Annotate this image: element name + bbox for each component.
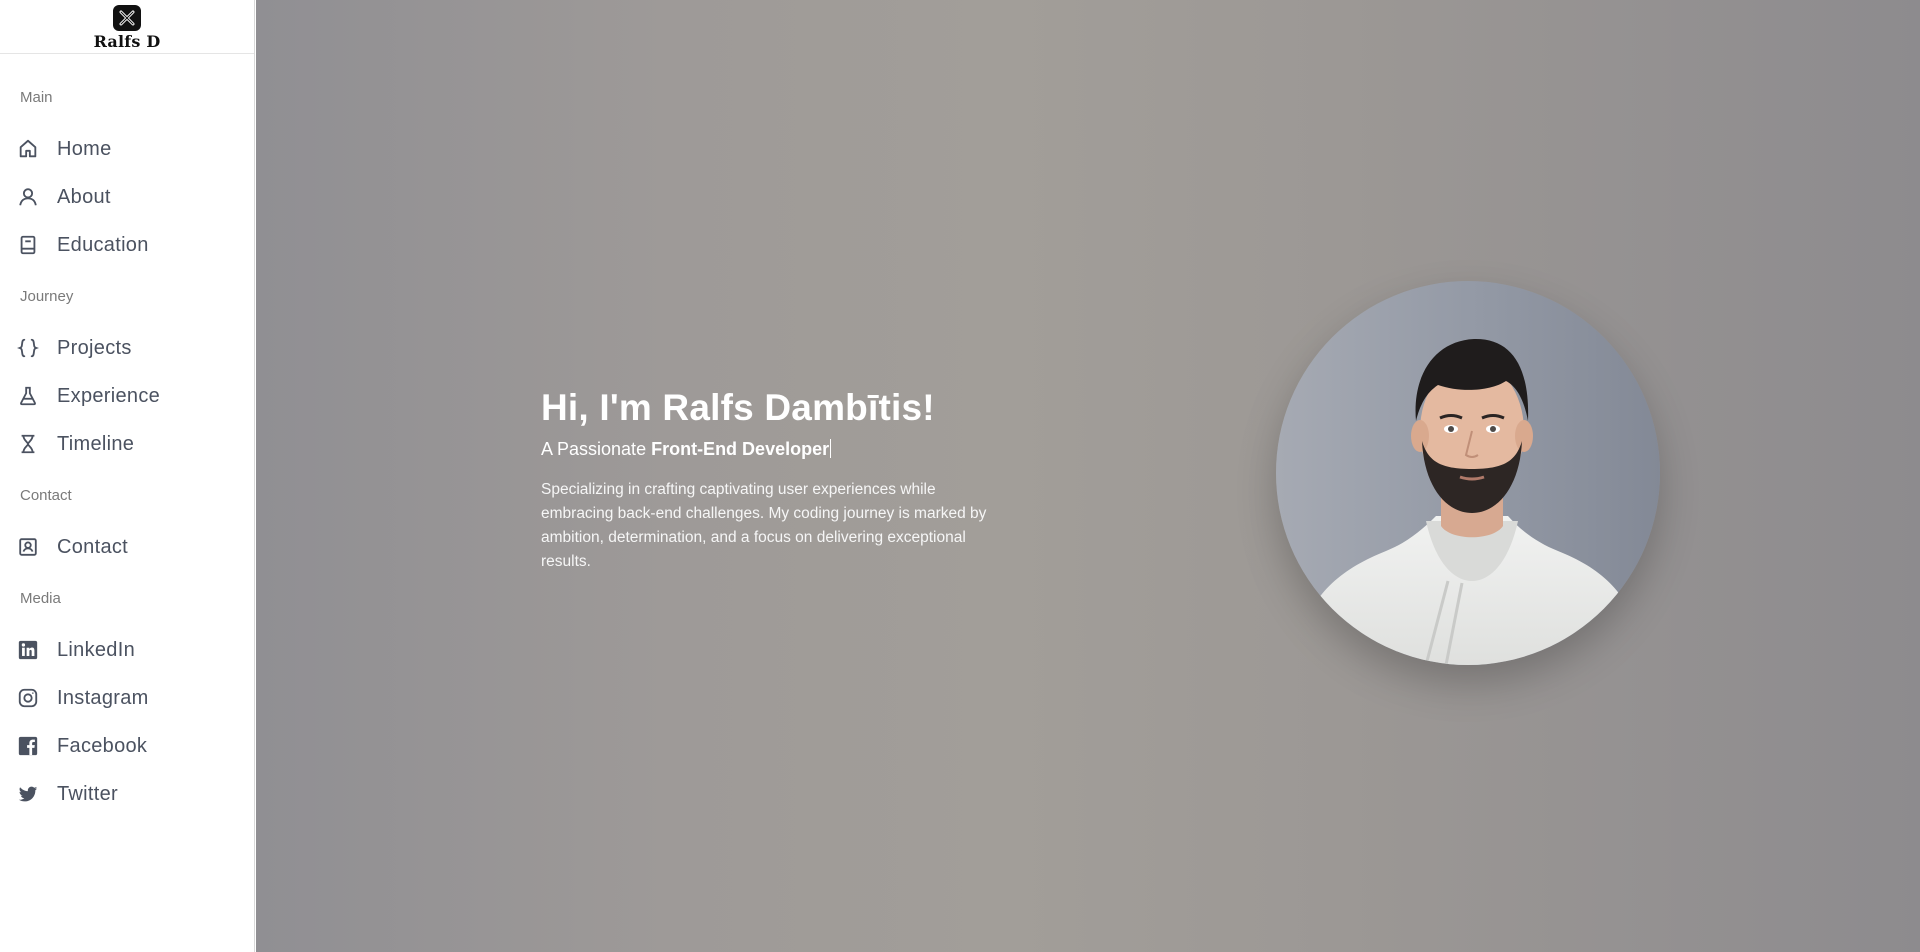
user-icon — [17, 186, 39, 208]
sidebar-item-label: Home — [57, 137, 112, 160]
sidebar-item-label: Twitter — [57, 782, 118, 805]
sidebar-item-about[interactable]: About — [0, 173, 254, 221]
instagram-icon — [17, 687, 39, 709]
hourglass-icon — [17, 433, 39, 455]
sidebar-item-projects[interactable]: Projects — [0, 324, 254, 372]
sidebar-item-label: Timeline — [57, 432, 135, 455]
profile-photo — [1276, 281, 1660, 665]
section-label-main: Main — [20, 89, 53, 106]
hero-text: Hi, I'm Ralfs Dambītis! A Passionate Fro… — [541, 385, 1001, 574]
linkedin-icon — [17, 639, 39, 661]
sidebar-item-contact[interactable]: Contact — [0, 523, 254, 571]
x-logo-icon — [113, 5, 141, 31]
hero-subtitle-prefix: A Passionate — [541, 439, 652, 459]
sidebar-item-label: About — [57, 185, 111, 208]
sidebar-item-facebook[interactable]: Facebook — [0, 722, 254, 770]
section-label-contact: Contact — [20, 487, 72, 504]
sidebar-item-timeline[interactable]: Timeline — [0, 420, 254, 468]
sidebar-item-linkedin[interactable]: LinkedIn — [0, 626, 254, 674]
sidebar-item-label: Facebook — [57, 734, 148, 757]
sidebar-item-label: Contact — [57, 535, 129, 558]
brand[interactable]: Ralfs D — [0, 0, 254, 54]
sidebar-item-home[interactable]: Home — [0, 125, 254, 173]
twitter-icon — [17, 783, 39, 805]
sidebar-item-label: Education — [57, 233, 149, 256]
hero-title: Hi, I'm Ralfs Dambītis! — [541, 387, 935, 428]
book-icon — [17, 234, 39, 256]
sidebar-item-experience[interactable]: Experience — [0, 372, 254, 420]
home-icon — [17, 138, 39, 160]
hero-subtitle: A Passionate Front-End Developer — [541, 437, 1001, 461]
sidebar-item-education[interactable]: Education — [0, 221, 254, 269]
hero-description: Specializing in crafting captivating use… — [541, 481, 987, 570]
section-label-media: Media — [20, 590, 61, 607]
facebook-icon — [17, 735, 39, 757]
flask-icon — [17, 385, 39, 407]
hero-role: Front-End Developer — [651, 439, 830, 459]
sidebar-item-label: Experience — [57, 384, 161, 407]
hero-section: Hi, I'm Ralfs Dambītis! A Passionate Fro… — [256, 0, 1920, 952]
sidebar-item-instagram[interactable]: Instagram — [0, 674, 254, 722]
sidebar-item-label: Projects — [57, 336, 132, 359]
sidebar: Ralfs D Main Home About Education Journe… — [0, 0, 255, 952]
sidebar-item-label: Instagram — [57, 686, 149, 709]
typing-caret — [830, 439, 832, 458]
brand-name: Ralfs D — [93, 32, 161, 51]
contact-card-icon — [17, 536, 39, 558]
sidebar-item-label: LinkedIn — [57, 638, 136, 661]
sidebar-item-twitter[interactable]: Twitter — [0, 770, 254, 818]
section-label-journey: Journey — [20, 288, 74, 305]
braces-icon — [17, 337, 39, 359]
